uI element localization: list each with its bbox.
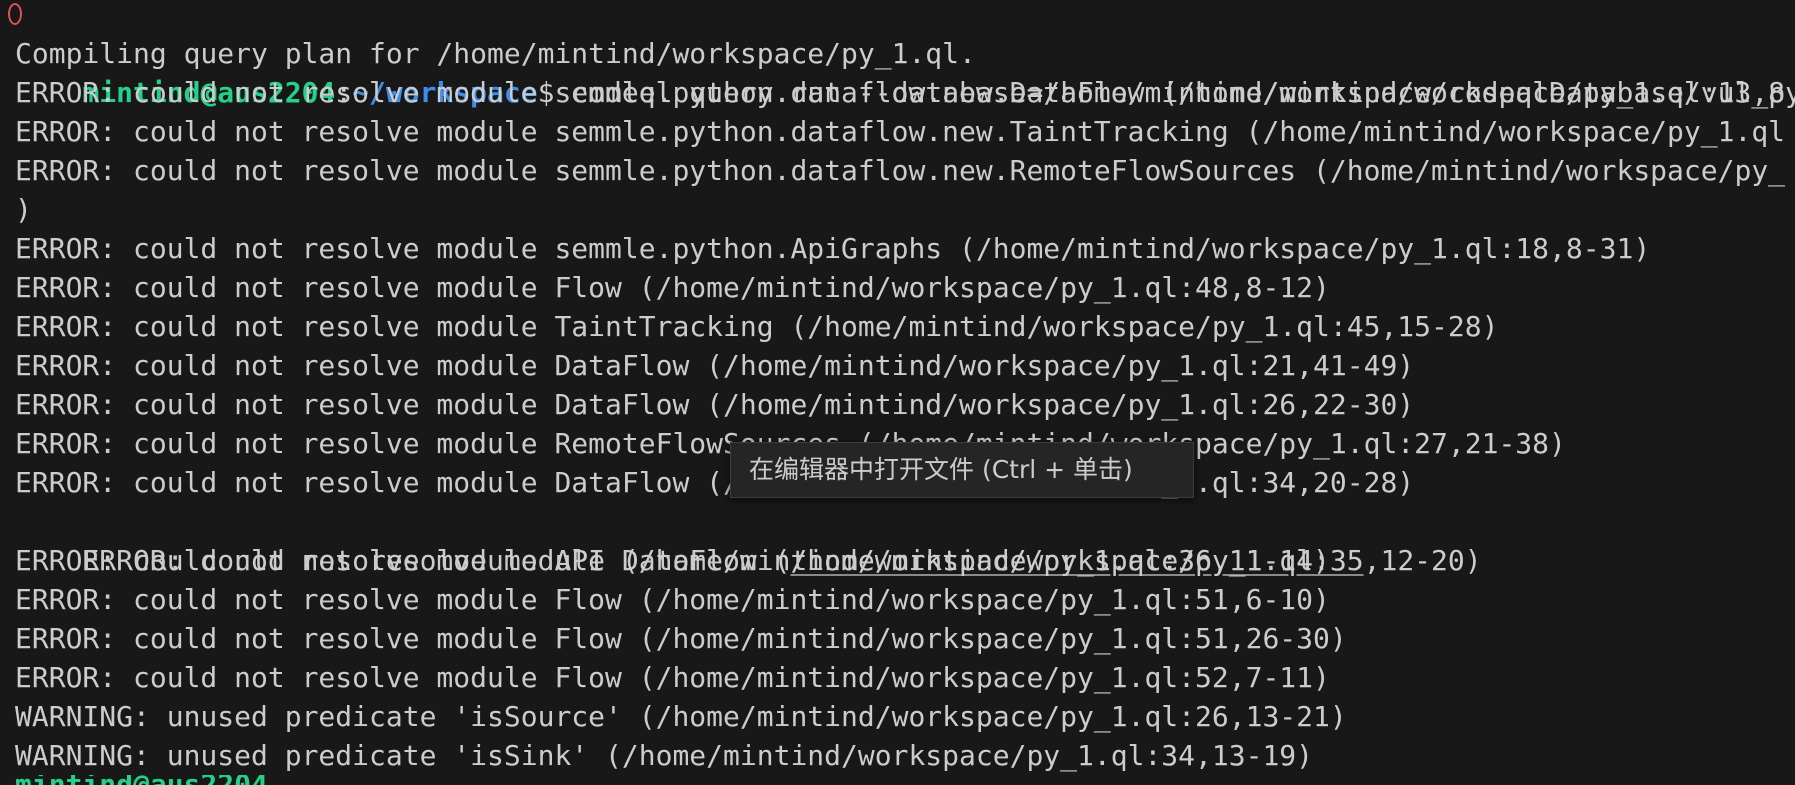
output-line-error: ERROR: could not resolve module semmle.p…: [15, 232, 1651, 265]
output-line-compiling: Compiling query plan for /home/mintind/w…: [15, 37, 976, 70]
output-line-error: ERROR: could not resolve module semmle.p…: [15, 115, 1786, 148]
output-line-warning: WARNING: unused predicate 'isSink' (/hom…: [15, 739, 1314, 772]
open-file-tooltip: 在编辑器中打开文件 (Ctrl + 单击): [730, 442, 1194, 498]
next-prompt-partial: mintind@aus2204: [15, 775, 268, 785]
output-line-error: ERROR: could not resolve module DataFlow…: [15, 349, 1415, 382]
terminal-panel[interactable]: mintind@aus2204:~/workspace$ codeql quer…: [0, 0, 1795, 785]
output-line-warning: WARNING: unused predicate 'isSource' (/h…: [15, 700, 1347, 733]
hovered-line-suffix: ,12-20): [1363, 544, 1482, 577]
output-line-error: ERROR: could not resolve module API (/ho…: [15, 544, 1330, 577]
output-line-error: ERROR: could not resolve module Flow (/h…: [15, 271, 1330, 304]
command-prompt-line: mintind@aus2204:~/workspace$ codeql quer…: [8, 0, 1795, 109]
output-line-error: ERROR: could not resolve module semmle.p…: [15, 154, 1786, 187]
output-line-error: ERROR: could not resolve module semmle.p…: [15, 76, 1786, 109]
command-status-icon[interactable]: [8, 3, 22, 25]
output-line-error: ERROR: could not resolve module Flow (/h…: [15, 661, 1330, 694]
next-prompt-user-host: mintind@aus2204: [15, 775, 268, 785]
output-line-error: ERROR: could not resolve module DataFlow…: [15, 388, 1415, 421]
output-line-wrap: ): [15, 193, 32, 226]
output-line-error-hovered: ERROR: could not resolve module DataFlow…: [15, 502, 1481, 577]
output-line-error: ERROR: could not resolve module Flow (/h…: [15, 583, 1330, 616]
output-line-error: ERROR: could not resolve module TaintTra…: [15, 310, 1499, 343]
output-line-error: ERROR: could not resolve module DataFlow…: [15, 466, 1415, 499]
output-line-error: ERROR: could not resolve module Flow (/h…: [15, 622, 1347, 655]
